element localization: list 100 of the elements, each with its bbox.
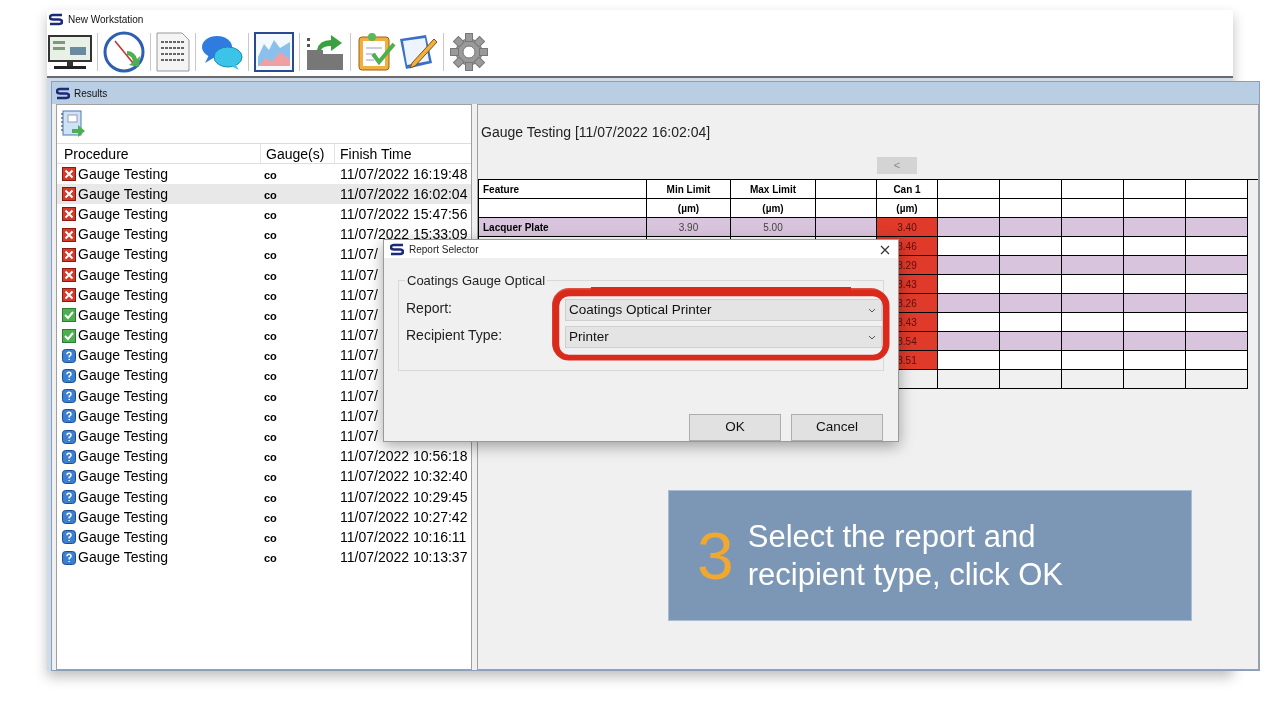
- close-icon[interactable]: [880, 245, 890, 255]
- gauge-code: co: [264, 188, 277, 201]
- procedure-name: Gauge Testing: [78, 527, 169, 547]
- gauge-code: co: [264, 208, 277, 221]
- finish-time: 11/07/2022 10:13:37: [340, 549, 468, 566]
- notebook-export-icon[interactable]: [60, 110, 86, 138]
- gauge-code: co: [264, 552, 277, 565]
- table-cell: 3.40: [877, 218, 938, 237]
- gauge-code: co: [264, 491, 277, 504]
- finish-time: 11/07/2022 16:02:04: [340, 185, 468, 202]
- chat-bubbles-icon[interactable]: [201, 33, 243, 71]
- finish-time: 11/07/2022 10:32:40: [340, 468, 468, 485]
- procedure-name: Gauge Testing: [78, 386, 169, 406]
- export-arrow-icon[interactable]: [305, 32, 345, 72]
- table-cell: [1062, 218, 1124, 237]
- procedure-name: Gauge Testing: [78, 265, 169, 285]
- column-header[interactable]: Gauge(s): [261, 144, 335, 163]
- table-cell: [938, 332, 1000, 351]
- document-icon[interactable]: [156, 32, 190, 72]
- table-header: (µm): [731, 199, 816, 218]
- gauge-code: co: [264, 370, 277, 383]
- table-cell: [938, 199, 1000, 218]
- gauge-code: co: [264, 309, 277, 322]
- table-cell: [938, 351, 1000, 370]
- monitor-icon[interactable]: [48, 33, 92, 71]
- gauge-code: co: [264, 330, 277, 343]
- notepad-pencil-icon[interactable]: [398, 33, 438, 71]
- table-cell: [1186, 294, 1248, 313]
- finish-time: 11/07/2022 10:27:42: [340, 508, 468, 525]
- procedure-name: Gauge Testing: [78, 225, 169, 245]
- dropdown-field[interactable]: Printer: [565, 326, 882, 349]
- table-cell: [1000, 275, 1062, 294]
- app-logo-icon: [390, 242, 404, 256]
- table-header: Max Limit: [731, 180, 816, 199]
- table-cell: [938, 275, 1000, 294]
- table-cell: [1062, 199, 1124, 218]
- gauge-code: co: [264, 249, 277, 262]
- procedure-name: Gauge Testing: [78, 305, 169, 325]
- dialog-button[interactable]: OK: [689, 414, 781, 441]
- finish-time: 11/07/: [340, 407, 378, 424]
- table-cell: [938, 218, 1000, 237]
- clock-icon[interactable]: [103, 31, 145, 73]
- procedure-name: Gauge Testing: [78, 366, 169, 386]
- finish-time: 11/07/2022 15:33:09: [340, 226, 468, 243]
- table-cell: [1000, 218, 1062, 237]
- table-cell: [1186, 313, 1248, 332]
- table-cell: [1124, 275, 1186, 294]
- gauge-code: co: [264, 451, 277, 464]
- step-number: 3: [697, 522, 734, 589]
- procedure-name: Gauge Testing: [78, 548, 169, 568]
- finish-time: 11/07/: [340, 327, 378, 344]
- column-header[interactable]: Finish Time: [335, 144, 471, 163]
- chevron-down-icon: [868, 334, 876, 340]
- gauge-code: co: [264, 289, 277, 302]
- table-cell: 3.90: [647, 218, 731, 237]
- gauge-code: co: [264, 431, 277, 444]
- finish-time: 11/07/: [340, 387, 378, 404]
- procedure-name: Gauge Testing: [78, 487, 169, 507]
- procedure-name: Gauge Testing: [78, 507, 169, 527]
- procedure-name: Gauge Testing: [78, 285, 169, 305]
- dropdown-field[interactable]: Coatings Optical Printer: [565, 299, 882, 322]
- window-title: New Workstation: [68, 12, 144, 27]
- dialog-button[interactable]: Cancel: [791, 414, 883, 441]
- gauge-code: co: [264, 410, 277, 423]
- table-cell: [1124, 294, 1186, 313]
- table-cell: [1186, 275, 1248, 294]
- table-cell: [816, 199, 877, 218]
- table-cell: [938, 370, 1000, 389]
- table-cell: [1000, 313, 1062, 332]
- chart-icon[interactable]: [254, 32, 294, 72]
- gauge-code: co: [264, 471, 277, 484]
- finish-time: 11/07/: [340, 246, 378, 263]
- finish-time: 11/07/: [340, 286, 378, 303]
- table-cell: 5.00: [731, 218, 816, 237]
- table-cell: [1124, 256, 1186, 275]
- app-logo-icon: [49, 12, 63, 26]
- table-cell: [1186, 351, 1248, 370]
- table-cell: [1062, 351, 1124, 370]
- table-cell: [1000, 332, 1062, 351]
- table-cell: [1186, 256, 1248, 275]
- procedure-name: Gauge Testing: [78, 184, 169, 204]
- column-header[interactable]: Procedure: [57, 144, 261, 163]
- table-cell: [1124, 313, 1186, 332]
- table-cell: [1186, 332, 1248, 351]
- procedure-row[interactable]: Gauge Testing co 11/07/2022 16:02:04: [57, 184, 471, 205]
- table-cell: Lacquer Plate: [479, 218, 647, 237]
- table-cell: [1062, 275, 1124, 294]
- table-cell: [1062, 313, 1124, 332]
- table-cell: [1000, 256, 1062, 275]
- procedure-name: Gauge Testing: [78, 164, 169, 184]
- finish-time: 11/07/2022 15:47:56: [340, 205, 468, 222]
- settings-icon[interactable]: [449, 32, 489, 72]
- app-logo-icon: [56, 86, 70, 100]
- table-cell: [1124, 370, 1186, 389]
- table-cell: [1000, 199, 1062, 218]
- table-cell: [1124, 237, 1186, 256]
- table-cell: [1124, 218, 1186, 237]
- clipboard-check-icon[interactable]: [356, 32, 396, 72]
- table-cell: [1124, 199, 1186, 218]
- finish-time: 11/07/: [340, 347, 378, 364]
